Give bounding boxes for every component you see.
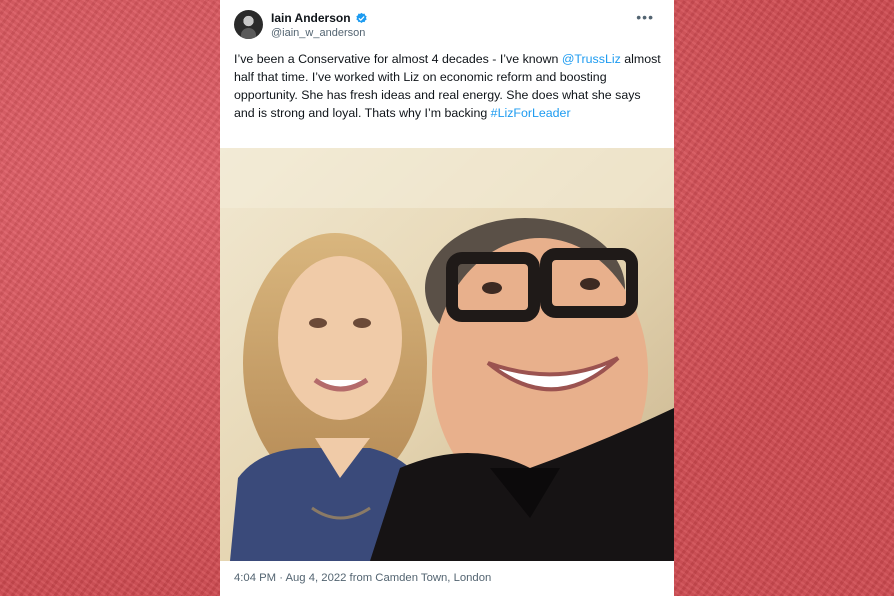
tweet-header: Iain Anderson @iain_w_anderson ••• (234, 9, 660, 43)
mention-link[interactable]: @TrussLiz (562, 52, 621, 66)
author-name-row: Iain Anderson (271, 11, 368, 25)
more-options-icon[interactable]: ••• (636, 10, 654, 24)
tweet-photo[interactable] (220, 148, 674, 561)
selfie-illustration (220, 148, 674, 561)
hashtag-link[interactable]: #LizForLeader (491, 106, 571, 120)
author-avatar[interactable] (234, 10, 263, 39)
tweet-text-part-1: I’ve been a Conservative for almost 4 de… (234, 52, 562, 66)
tweet-card: Iain Anderson @iain_w_anderson ••• I’ve … (220, 0, 674, 596)
tweet-text: I’ve been a Conservative for almost 4 de… (234, 50, 662, 122)
author-name[interactable]: Iain Anderson (271, 11, 351, 25)
author-handle[interactable]: @iain_w_anderson (271, 27, 365, 39)
tweet-timestamp[interactable]: 4:04 PM · Aug 4, 2022 from Camden Town, … (234, 572, 491, 584)
verified-badge-icon (355, 12, 367, 23)
